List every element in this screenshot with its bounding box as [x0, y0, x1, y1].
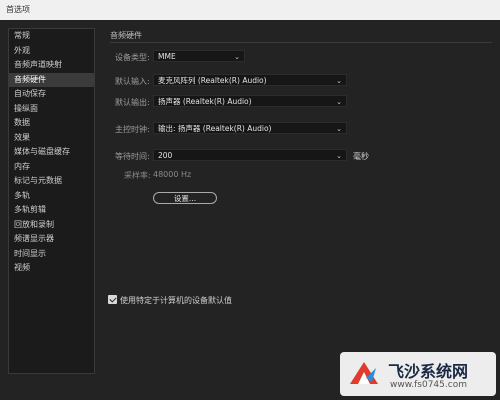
preferences-sidebar: 常规 外观 音频声道映射 音频硬件 自动保存 操纵面 数据 效果 媒体与磁盘缓存… — [8, 28, 95, 374]
master-clock-value: 输出: 扬声器 (Realtek(R) Audio) — [158, 124, 272, 133]
device-type-dropdown[interactable]: MME ⌄ — [153, 50, 245, 62]
sidebar-item-data[interactable]: 数据 — [9, 116, 94, 131]
latency-unit: 毫秒 — [353, 152, 369, 161]
sidebar-item-general[interactable]: 常规 — [9, 29, 94, 44]
sidebar-item-effects[interactable]: 效果 — [9, 131, 94, 146]
sidebar-item-audio-channel-mapping[interactable]: 音频声道映射 — [9, 58, 94, 73]
sidebar-item-markers-metadata[interactable]: 标记与元数据 — [9, 174, 94, 189]
device-type-label: 设备类型: — [115, 53, 150, 62]
default-input-value: 麦克风阵列 (Realtek(R) Audio) — [158, 76, 267, 85]
settings-button[interactable]: 设置... — [153, 192, 217, 204]
watermark-logo-icon — [350, 362, 378, 384]
window-title: 首选项 — [0, 0, 500, 20]
sidebar-item-playback-recording[interactable]: 回放和录制 — [9, 218, 94, 233]
sidebar-item-memory[interactable]: 内存 — [9, 160, 94, 175]
audio-hardware-panel: 音频硬件 设备类型: MME ⌄ 默认输入: 麦克风阵列 (Realtek(R)… — [108, 28, 492, 374]
chevron-down-icon: ⌄ — [336, 152, 342, 160]
section-title: 音频硬件 — [110, 31, 142, 40]
latency-label: 等待时间: — [115, 152, 150, 161]
default-input-label: 默认输入: — [115, 77, 150, 86]
device-type-value: MME — [158, 52, 176, 61]
sidebar-item-multitrack[interactable]: 多轨 — [9, 189, 94, 204]
sidebar-item-video[interactable]: 视频 — [9, 261, 94, 276]
sidebar-item-appearance[interactable]: 外观 — [9, 44, 94, 59]
sidebar-item-audio-hardware[interactable]: 音频硬件 — [9, 72, 94, 87]
watermark-name: 飞沙系统网 — [388, 362, 469, 381]
section-divider — [110, 42, 492, 43]
default-output-label: 默认输出: — [115, 98, 150, 107]
sample-rate-label: 采样率: — [124, 171, 151, 180]
watermark-url: www.fs0745.com — [390, 380, 467, 390]
default-input-dropdown[interactable]: 麦克风阵列 (Realtek(R) Audio) ⌄ — [153, 74, 347, 86]
default-output-dropdown[interactable]: 扬声器 (Realtek(R) Audio) ⌄ — [153, 95, 347, 107]
preferences-window: 首选项 常规 外观 音频声道映射 音频硬件 自动保存 操纵面 数据 效果 媒体与… — [0, 0, 500, 400]
sidebar-item-multitrack-clips[interactable]: 多轨剪辑 — [9, 203, 94, 218]
chevron-down-icon: ⌄ — [336, 125, 342, 133]
sidebar-item-time-display[interactable]: 时间显示 — [9, 247, 94, 262]
default-output-value: 扬声器 (Realtek(R) Audio) — [158, 97, 252, 106]
use-defaults-checkbox[interactable] — [108, 295, 117, 304]
sidebar-item-control-surface[interactable]: 操纵面 — [9, 102, 94, 117]
latency-value: 200 — [158, 151, 173, 160]
sidebar-item-spectral-displays[interactable]: 频谱显示器 — [9, 232, 94, 247]
master-clock-dropdown[interactable]: 输出: 扬声器 (Realtek(R) Audio) ⌄ — [153, 122, 347, 134]
site-watermark: 飞沙系统网 www.fs0745.com — [340, 352, 496, 396]
latency-dropdown[interactable]: 200 ⌄ — [153, 149, 347, 161]
sidebar-item-auto-save[interactable]: 自动保存 — [9, 87, 94, 102]
sample-rate-value: 48000 Hz — [153, 170, 192, 179]
master-clock-label: 主控时钟: — [115, 125, 150, 134]
use-defaults-label: 使用特定于计算机的设备默认值 — [120, 296, 232, 305]
chevron-down-icon: ⌄ — [234, 53, 240, 61]
chevron-down-icon: ⌄ — [336, 77, 342, 85]
chevron-down-icon: ⌄ — [336, 98, 342, 106]
sidebar-item-media-disk-cache[interactable]: 媒体与磁盘缓存 — [9, 145, 94, 160]
